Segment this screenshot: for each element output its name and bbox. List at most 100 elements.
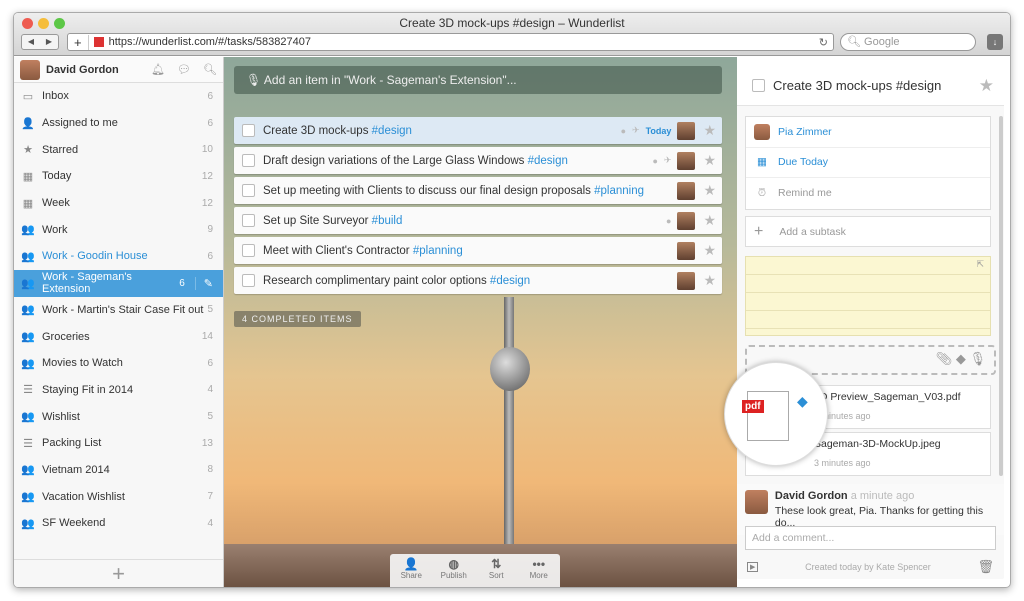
sidebar-item[interactable]: 👥 Work - Sageman's Extension 6 ✎ — [14, 269, 223, 297]
sidebar-item[interactable]: 👥 Vacation Wishlist 7 — [14, 483, 223, 510]
add-subtask-input[interactable]: + Add a subtask — [745, 216, 991, 247]
sidebar-item-label: Work - Sageman's Extension — [42, 271, 132, 296]
sidebar-item[interactable]: 👥 Groceries 14 — [14, 323, 223, 350]
note-area[interactable]: ⇱ — [745, 256, 991, 336]
reminder-row[interactable]: ⏰︎ Remind me — [746, 178, 990, 209]
dropbox-icon[interactable]: ◆ — [956, 351, 966, 366]
star-icon[interactable]: ★ — [979, 76, 994, 96]
pin-icon: ✈ — [632, 125, 640, 135]
star-icon[interactable]: ★ — [703, 272, 716, 289]
back-button[interactable]: ◀ — [22, 35, 40, 49]
sidebar-item-label: Movies to Watch — [42, 357, 123, 370]
task-tag[interactable]: #planning — [594, 185, 644, 197]
task-tag[interactable]: #planning — [413, 245, 463, 257]
chat-icon[interactable]: 💬︎ — [177, 63, 191, 76]
add-task-input[interactable]: 🎙︎ Add an item in "Work - Sageman's Exte… — [234, 66, 722, 94]
user-name[interactable]: David Gordon — [46, 64, 151, 76]
sidebar-item[interactable]: 👥 Vietnam 2014 8 — [14, 457, 223, 484]
task-checkbox[interactable] — [242, 124, 255, 137]
task-tag[interactable]: #design — [372, 125, 412, 137]
hide-detail-icon[interactable]: ▶ — [747, 561, 759, 572]
assignee-avatar — [677, 121, 696, 140]
task-tag[interactable]: #build — [372, 215, 403, 227]
reload-icon[interactable]: ↻ — [819, 36, 833, 49]
detail-checkbox[interactable] — [752, 79, 765, 92]
sidebar-item[interactable]: ▦ Today 12 — [14, 163, 223, 190]
task-checkbox[interactable] — [242, 154, 255, 167]
star-icon[interactable]: ★ — [703, 242, 716, 259]
task-checkbox[interactable] — [242, 244, 255, 257]
inbox-icon: ▭ — [22, 90, 34, 103]
sidebar-item-label: Groceries — [42, 330, 90, 343]
completed-items-button[interactable]: 4 COMPLETED ITEMS — [234, 311, 361, 327]
comment-time: a minute ago — [850, 490, 915, 502]
expand-note-icon[interactable]: ⇱ — [976, 259, 984, 270]
star-icon[interactable]: ★ — [703, 212, 716, 229]
microphone-icon[interactable]: 🎙︎ — [969, 351, 986, 366]
comment-author: David Gordon — [774, 490, 848, 502]
assignee-avatar — [677, 181, 696, 200]
pdf-label: pdf — [742, 400, 764, 413]
shared-list-icon: 👥 — [21, 491, 35, 504]
task-row[interactable]: Set up meeting with Clients to discuss o… — [234, 177, 722, 204]
task-tag[interactable]: #design — [490, 275, 530, 287]
address-bar[interactable]: + https://wunderlist.com/#/tasks/58382740… — [67, 33, 834, 51]
sidebar-item[interactable]: 👥 SF Weekend 4 — [14, 510, 223, 537]
tv-tower-sphere — [490, 347, 530, 391]
task-row[interactable]: Meet with Client's Contractor #planning ★ — [234, 237, 722, 264]
toolbar-sort-button[interactable]: ⇅ Sort — [475, 554, 518, 587]
sidebar-item[interactable]: ☰ Staying Fit in 2014 4 — [14, 377, 223, 404]
task-title: Research complimentary paint color optio… — [263, 274, 490, 287]
scrollbar[interactable] — [999, 116, 1003, 476]
task-checkbox[interactable] — [242, 274, 255, 287]
user-header: David Gordon 🔔︎ 💬︎ 🔍︎ — [14, 57, 223, 83]
magnifier-overlay: pdf ◆ — [724, 362, 828, 466]
edit-icon[interactable]: ✎ — [194, 276, 213, 290]
task-row[interactable]: Draft design variations of the Large Gla… — [234, 147, 722, 174]
sidebar-item-label: Assigned to me — [42, 117, 118, 130]
forward-button[interactable]: ▶ — [40, 35, 58, 49]
sidebar-item[interactable]: 👤 Assigned to me 6 — [14, 110, 223, 137]
calendar-week-icon: ▦ — [22, 197, 34, 210]
task-tag[interactable]: #design — [528, 155, 568, 167]
add-list-button[interactable]: + — [14, 559, 223, 587]
star-icon[interactable]: ★ — [703, 152, 716, 169]
trash-icon[interactable]: 🗑︎ — [977, 559, 994, 575]
toolbar-more-button[interactable]: ••• More — [518, 554, 561, 587]
comment-input[interactable]: Add a comment... — [745, 526, 996, 550]
download-icon[interactable]: ↓ — [987, 34, 1003, 50]
task-row[interactable]: Research complimentary paint color optio… — [234, 267, 722, 294]
due-date-row[interactable]: ▦ Due Today — [746, 148, 990, 178]
paperclip-icon[interactable]: 📎︎ — [936, 351, 953, 366]
assignee-avatar — [677, 241, 696, 260]
sidebar-item[interactable]: 👥 Work - Martin's Stair Case Fit out 5 — [14, 297, 223, 324]
detail-title[interactable]: Create 3D mock-ups #design — [773, 78, 979, 93]
sidebar-item-label: Work — [42, 223, 68, 236]
search-icon[interactable]: 🔍︎ — [203, 63, 217, 76]
sidebar-item[interactable]: 👥 Work - Goodin House 6 — [14, 243, 223, 270]
assignee-row[interactable]: Pia Zimmer — [746, 117, 990, 148]
bell-icon[interactable]: 🔔︎ — [151, 63, 165, 76]
sidebar-item[interactable]: ▦ Week 12 — [14, 190, 223, 217]
search-field[interactable]: 🔍︎ Google — [840, 33, 976, 51]
avatar[interactable] — [20, 59, 40, 80]
sidebar-item-count: 4 — [207, 384, 213, 396]
sidebar-item-label: Wishlist — [42, 410, 80, 423]
sidebar-item[interactable]: 👥 Wishlist 5 — [14, 403, 223, 430]
calendar-icon: ▦ — [22, 170, 34, 183]
sidebar-item[interactable]: ▭ Inbox 6 — [14, 83, 223, 110]
task-row[interactable]: Create 3D mock-ups #design ● ✈ Today ★ — [234, 117, 722, 144]
task-checkbox[interactable] — [242, 184, 255, 197]
task-checkbox[interactable] — [242, 214, 255, 227]
toolbar-publish-button[interactable]: ◍ Publish — [433, 554, 476, 587]
star-icon[interactable]: ★ — [703, 122, 716, 139]
star-icon: ★ — [23, 144, 33, 157]
new-tab-icon[interactable]: + — [68, 34, 89, 50]
sidebar-item[interactable]: 👥 Movies to Watch 6 — [14, 350, 223, 377]
sidebar-item[interactable]: 👥 Work 9 — [14, 216, 223, 243]
sidebar-item[interactable]: ★ Starred 10 — [14, 136, 223, 163]
sidebar-item[interactable]: ☰ Packing List 13 — [14, 430, 223, 457]
task-row[interactable]: Set up Site Surveyor #build ● ★ — [234, 207, 722, 234]
star-icon[interactable]: ★ — [703, 182, 716, 199]
toolbar-share-button[interactable]: 👤 Share — [390, 554, 433, 587]
